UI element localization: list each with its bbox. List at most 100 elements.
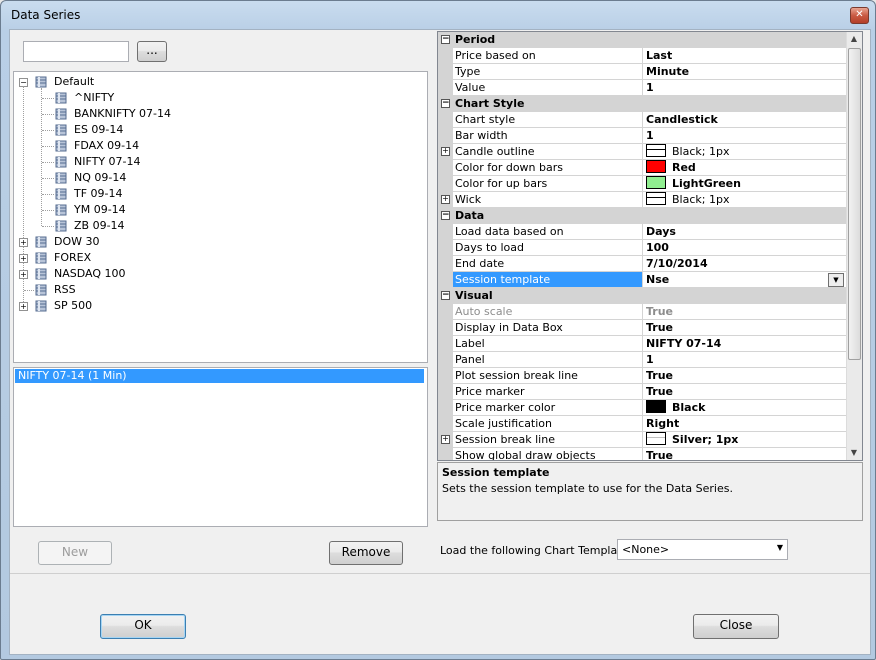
property-grid-scrollbar[interactable]: ▲ ▼ (846, 32, 862, 460)
collapse-icon[interactable]: − (441, 99, 450, 108)
tree-node-group[interactable]: NASDAQ 100 (54, 266, 126, 282)
chevron-down-icon[interactable]: ▼ (828, 273, 844, 287)
tree-item-instrument[interactable]: ES 09-14 (74, 122, 123, 138)
expand-toggle[interactable]: + (19, 302, 28, 311)
scroll-down-arrow-icon[interactable]: ▼ (849, 448, 859, 458)
property-value[interactable]: True (643, 384, 846, 400)
property-value[interactable]: LightGreen (643, 176, 846, 192)
property-row[interactable]: Session template Nse ▼ (438, 272, 847, 288)
tree-node-default[interactable]: Default (54, 74, 94, 90)
property-value[interactable]: 100 (643, 240, 846, 256)
instrument-database-icon (55, 188, 67, 200)
property-category[interactable]: − Period (438, 32, 847, 48)
property-name: Session break line (453, 432, 643, 448)
scroll-up-arrow-icon[interactable]: ▲ (849, 34, 859, 44)
property-value[interactable]: True (643, 448, 846, 460)
property-value[interactable]: True (643, 368, 846, 384)
property-row[interactable]: Price marker color Black (438, 400, 847, 416)
property-row[interactable]: Days to load 100 (438, 240, 847, 256)
expand-toggle[interactable]: + (19, 254, 28, 263)
property-row[interactable]: + Session break line Silver; 1px (438, 432, 847, 448)
property-row[interactable]: Display in Data Box True (438, 320, 847, 336)
window-close-button[interactable]: ✕ (850, 7, 869, 24)
property-value[interactable]: 7/10/2014 (643, 256, 846, 272)
property-row[interactable]: Type Minute (438, 64, 847, 80)
ok-button[interactable]: OK (100, 614, 186, 639)
tree-node-group[interactable]: FOREX (54, 250, 91, 266)
property-row[interactable]: Bar width 1 (438, 128, 847, 144)
property-row[interactable]: Color for up bars LightGreen (438, 176, 847, 192)
expand-toggle[interactable]: + (19, 238, 28, 247)
property-grid: − Period Price based on Last Type Minute Value… (437, 31, 863, 461)
property-value[interactable]: Candlestick (643, 112, 846, 128)
scrollbar-thumb[interactable] (848, 48, 861, 360)
property-value[interactable]: Last (643, 48, 846, 64)
property-name: Display in Data Box (453, 320, 643, 336)
property-row[interactable]: + Wick Black; 1px (438, 192, 847, 208)
tree-item-instrument[interactable]: BANKNIFTY 07-14 (74, 106, 171, 122)
color-swatch-icon (646, 400, 666, 413)
tree-item-instrument[interactable]: ^NIFTY (74, 90, 114, 106)
collapse-icon[interactable]: − (441, 211, 450, 220)
property-row[interactable]: Price based on Last (438, 48, 847, 64)
instrument-database-icon (55, 92, 67, 104)
close-button[interactable]: Close (693, 614, 779, 639)
property-row[interactable]: Label NIFTY 07-14 (438, 336, 847, 352)
property-category[interactable]: − Data (438, 208, 847, 224)
property-row[interactable]: Value 1 (438, 80, 847, 96)
tree-node-group[interactable]: RSS (54, 282, 76, 298)
property-value[interactable]: Silver; 1px (643, 432, 846, 448)
property-row[interactable]: Chart style Candlestick (438, 112, 847, 128)
expand-icon[interactable]: + (441, 435, 450, 444)
property-row[interactable]: Price marker True (438, 384, 847, 400)
tree-item-instrument[interactable]: YM 09-14 (74, 202, 126, 218)
property-row[interactable]: Panel 1 (438, 352, 847, 368)
instrument-database-icon (55, 204, 67, 216)
series-list-item[interactable]: NIFTY 07-14 (1 Min) (15, 369, 424, 383)
collapse-icon[interactable]: − (441, 35, 450, 44)
property-value[interactable]: Black (643, 400, 846, 416)
title-bar[interactable]: Data Series ✕ (1, 1, 875, 29)
property-row[interactable]: Show global draw objects True (438, 448, 847, 460)
property-value[interactable]: NIFTY 07-14 (643, 336, 846, 352)
property-value[interactable]: Right (643, 416, 846, 432)
property-value[interactable]: 1 (643, 128, 846, 144)
new-button[interactable]: New (38, 541, 112, 565)
tree-item-instrument[interactable]: NQ 09-14 (74, 170, 126, 186)
tree-node-group[interactable]: SP 500 (54, 298, 92, 314)
property-value[interactable]: True (643, 320, 846, 336)
remove-button[interactable]: Remove (329, 541, 403, 565)
property-value[interactable]: Black; 1px (643, 144, 846, 160)
expand-toggle[interactable]: + (19, 270, 28, 279)
property-value[interactable]: 1 (643, 80, 846, 96)
property-name: Session template (453, 272, 643, 288)
property-category[interactable]: − Chart Style (438, 96, 847, 112)
collapse-icon[interactable]: − (441, 291, 450, 300)
browse-button[interactable]: ... (137, 41, 167, 62)
expand-icon[interactable]: + (441, 195, 450, 204)
property-row[interactable]: Load data based on Days (438, 224, 847, 240)
property-row[interactable]: Auto scale True (438, 304, 847, 320)
expand-icon[interactable]: + (441, 147, 450, 156)
tree-item-instrument[interactable]: TF 09-14 (74, 186, 123, 202)
property-value[interactable]: Days (643, 224, 846, 240)
property-row[interactable]: Color for down bars Red (438, 160, 847, 176)
property-name: Price marker color (453, 400, 643, 416)
property-value[interactable]: Black; 1px (643, 192, 846, 208)
tree-item-instrument[interactable]: FDAX 09-14 (74, 138, 139, 154)
tree-item-instrument[interactable]: NIFTY 07-14 (74, 154, 141, 170)
property-value[interactable]: Minute (643, 64, 846, 80)
chart-template-select[interactable]: <None> ▼ (617, 539, 788, 560)
property-value[interactable]: True (643, 304, 846, 320)
tree-item-instrument[interactable]: ZB 09-14 (74, 218, 125, 234)
property-value[interactable]: Nse ▼ (643, 272, 846, 288)
property-row[interactable]: Scale justification Right (438, 416, 847, 432)
property-row[interactable]: End date 7/10/2014 (438, 256, 847, 272)
property-value[interactable]: 1 (643, 352, 846, 368)
property-value[interactable]: Red (643, 160, 846, 176)
tree-node-group[interactable]: DOW 30 (54, 234, 100, 250)
instrument-search-input[interactable] (23, 41, 129, 62)
property-row[interactable]: Plot session break line True (438, 368, 847, 384)
property-row[interactable]: + Candle outline Black; 1px (438, 144, 847, 160)
property-category[interactable]: − Visual (438, 288, 847, 304)
